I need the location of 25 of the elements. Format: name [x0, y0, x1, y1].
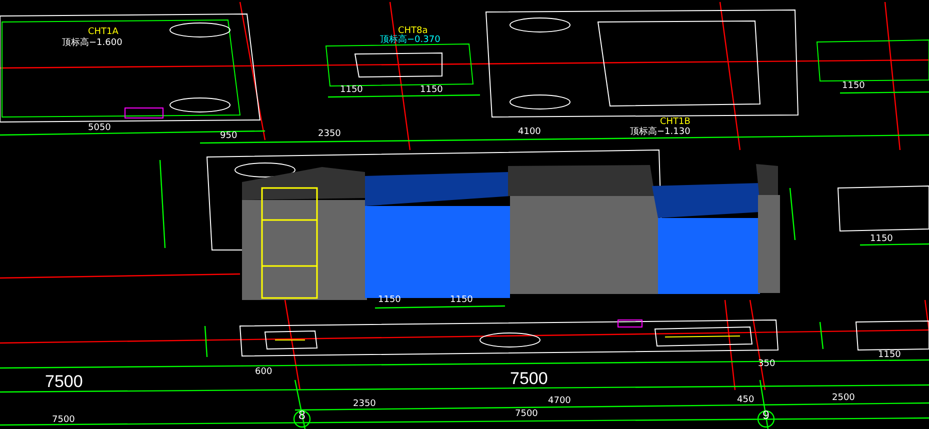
dimension-text: 1150 [878, 350, 901, 360]
dimension-text: 7500 [515, 409, 538, 419]
dimension-text: 2500 [832, 393, 855, 403]
dimension-text: 1150 [450, 295, 473, 305]
dimension-text: 1150 [340, 85, 363, 95]
dimension-text: 1150 [378, 295, 401, 305]
dimension-text: 2350 [353, 399, 376, 409]
annotation-label: CHT8a [398, 26, 428, 36]
dimension-text: 950 [220, 131, 238, 141]
dimension-text: 450 [737, 395, 754, 405]
annotation-label: CHT1A [88, 27, 118, 37]
dimension-label: 7500 [510, 369, 548, 388]
dimension-text: 1150 [870, 234, 893, 244]
dimension-text: 4700 [548, 396, 571, 406]
dimension-text: 1150 [842, 81, 865, 91]
annotation-label: CHT1B [660, 117, 690, 127]
dimension-text: 1150 [420, 85, 443, 95]
dimension-text: 4100 [518, 127, 541, 137]
dimension-text: 600 [255, 367, 272, 377]
dimension-label: 7500 [45, 372, 83, 391]
dimension-text: 5050 [88, 123, 111, 133]
dimension-text: 2350 [318, 129, 341, 139]
annotation-label: 顶标高−1.130 [630, 127, 690, 137]
dimension-text: 7500 [52, 415, 75, 425]
annotation-label: 顶标高−1.600 [62, 38, 122, 48]
